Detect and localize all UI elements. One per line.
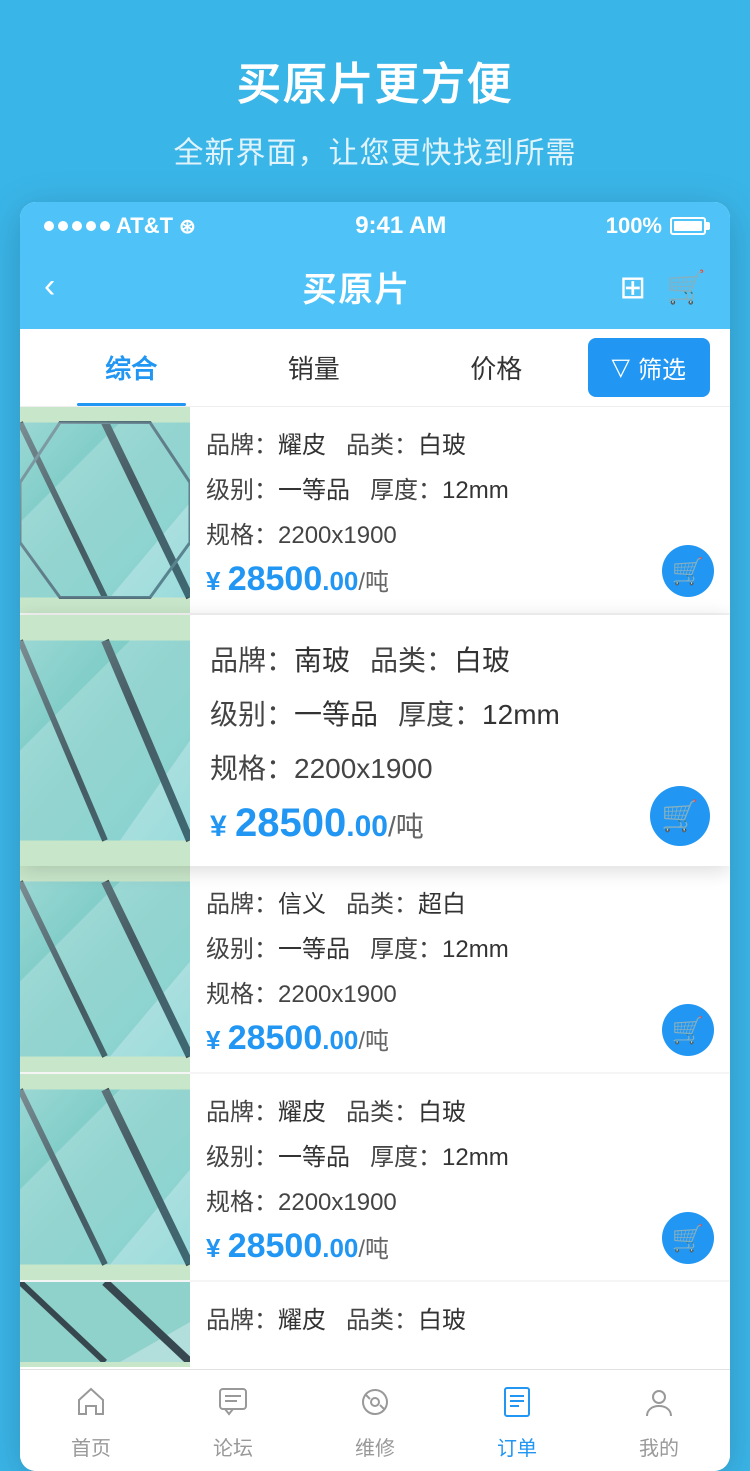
wifi-icon: ⊛ xyxy=(179,214,196,239)
product-image-1 xyxy=(20,407,190,613)
carrier-label: AT&T xyxy=(116,213,173,239)
nav-forum-label: 论坛 xyxy=(213,1432,253,1461)
filter-button[interactable]: ▽ 筛选 xyxy=(588,338,710,397)
back-button[interactable]: ‹ xyxy=(44,267,94,306)
filter-bar: 综合 销量 价格 ▽ 筛选 xyxy=(20,329,730,407)
status-time: 9:41 AM xyxy=(355,212,446,240)
price-4: ¥ 28500.00/吨 xyxy=(206,1227,389,1266)
grade-2: 级别：一等品 xyxy=(210,693,378,733)
cart-icon[interactable]: 🛒 xyxy=(666,268,706,306)
hero-subtitle: 全新界面，让您更快找到所需 xyxy=(40,128,710,172)
status-bar: AT&T ⊛ 9:41 AM 100% xyxy=(20,202,730,248)
hero-title: 买原片更方便 xyxy=(40,48,710,112)
status-right: 100% xyxy=(606,213,706,239)
wrench-icon xyxy=(357,1384,393,1426)
spec-4: 规格：2200x1900 xyxy=(206,1182,714,1217)
nav-orders-label: 订单 xyxy=(497,1432,537,1461)
product-image-2 xyxy=(20,615,190,866)
product-card-5: 品牌：耀皮 品类：白玻 xyxy=(20,1282,730,1367)
product-list: 品牌：耀皮 品类：白玻 级别：一等品 厚度：12mm 规格：2200x1900 … xyxy=(20,407,730,1367)
thickness-1: 厚度：12mm xyxy=(370,470,509,505)
product-card-4: 品牌：耀皮 品类：白玻 级别：一等品 厚度：12mm 规格：2200x1900 … xyxy=(20,1074,730,1280)
category-4: 品类：白玻 xyxy=(346,1092,466,1127)
bottom-nav: 首页 论坛 维修 xyxy=(20,1369,730,1471)
price-row-1: ¥ 28500.00/吨 🛒 xyxy=(206,560,714,599)
status-left: AT&T ⊛ xyxy=(44,213,196,239)
phone-frame: AT&T ⊛ 9:41 AM 100% ‹ 买原片 ⊞ 🛒 综合 销量 价格 ▽… xyxy=(20,202,730,1471)
category-2: 品类：白玻 xyxy=(370,639,510,679)
price-3: ¥ 28500.00/吨 xyxy=(206,1019,389,1058)
tab-comprehensive[interactable]: 综合 xyxy=(40,329,223,406)
thickness-3: 厚度：12mm xyxy=(370,929,509,964)
spec-2: 规格：2200x1900 xyxy=(210,747,710,787)
product-image-3 xyxy=(20,866,190,1072)
product-info-2: 品牌：南玻 品类：白玻 级别：一等品 厚度：12mm 规格：2200x1900 … xyxy=(190,615,730,866)
tab-price[interactable]: 价格 xyxy=(405,329,588,406)
grade-4: 级别：一等品 xyxy=(206,1137,350,1172)
nav-repair-label: 维修 xyxy=(355,1432,395,1461)
product-info-1: 品牌：耀皮 品类：白玻 级别：一等品 厚度：12mm 规格：2200x1900 … xyxy=(190,407,730,613)
brand-4: 品牌：耀皮 xyxy=(206,1092,326,1127)
product-card-1: 品牌：耀皮 品类：白玻 级别：一等品 厚度：12mm 规格：2200x1900 … xyxy=(20,407,730,613)
brand-5: 品牌：耀皮 xyxy=(206,1300,326,1335)
spec-3: 规格：2200x1900 xyxy=(206,974,714,1009)
nav-home[interactable]: 首页 xyxy=(20,1370,162,1471)
price-1: ¥ 28500.00/吨 xyxy=(206,560,389,599)
category-3: 品类：超白 xyxy=(346,884,466,919)
add-cart-button-1[interactable]: 🛒 xyxy=(662,545,714,597)
brand-3: 品牌：信义 xyxy=(206,884,326,919)
product-image-5 xyxy=(20,1282,190,1367)
product-info-4: 品牌：耀皮 品类：白玻 级别：一等品 厚度：12mm 规格：2200x1900 … xyxy=(190,1074,730,1280)
grade-3: 级别：一等品 xyxy=(206,929,350,964)
product-info-5: 品牌：耀皮 品类：白玻 xyxy=(190,1282,730,1367)
battery-icon xyxy=(670,217,706,235)
product-image-4 xyxy=(20,1074,190,1280)
grade-1: 级别：一等品 xyxy=(206,470,350,505)
add-cart-button-3[interactable]: 🛒 xyxy=(662,1004,714,1056)
filter-label: 筛选 xyxy=(638,350,686,385)
price-2: ¥ 28500.00/吨 xyxy=(210,801,424,846)
forum-icon xyxy=(215,1384,251,1426)
thickness-4: 厚度：12mm xyxy=(370,1137,509,1172)
category-5: 品类：白玻 xyxy=(346,1300,466,1335)
price-row-2: ¥ 28500.00/吨 🛒 xyxy=(210,801,710,846)
nav-bar: ‹ 买原片 ⊞ 🛒 xyxy=(20,248,730,329)
nav-forum[interactable]: 论坛 xyxy=(162,1370,304,1471)
profile-icon xyxy=(641,1384,677,1426)
nav-home-label: 首页 xyxy=(71,1432,111,1461)
spec-1: 规格：2200x1900 xyxy=(206,515,714,550)
nav-icons: ⊞ 🛒 xyxy=(619,268,706,306)
nav-repair[interactable]: 维修 xyxy=(304,1370,446,1471)
home-icon xyxy=(73,1384,109,1426)
page-title: 买原片 xyxy=(303,262,411,311)
hero-section: 买原片更方便 全新界面，让您更快找到所需 xyxy=(0,0,750,202)
category-1: 品类：白玻 xyxy=(346,425,466,460)
brand-2: 品牌：南玻 xyxy=(210,639,350,679)
add-cart-button-2[interactable]: 🛒 xyxy=(650,786,710,846)
nav-profile-label: 我的 xyxy=(639,1432,679,1461)
nav-profile[interactable]: 我的 xyxy=(588,1370,730,1471)
add-cart-button-4[interactable]: 🛒 xyxy=(662,1212,714,1264)
tab-sales[interactable]: 销量 xyxy=(223,329,406,406)
price-row-3: ¥ 28500.00/吨 🛒 xyxy=(206,1019,714,1058)
calculator-icon[interactable]: ⊞ xyxy=(619,268,646,306)
product-info-3: 品牌：信义 品类：超白 级别：一等品 厚度：12mm 规格：2200x1900 … xyxy=(190,866,730,1072)
product-card-2: 品牌：南玻 品类：白玻 级别：一等品 厚度：12mm 规格：2200x1900 … xyxy=(20,615,730,866)
nav-orders[interactable]: 订单 xyxy=(446,1370,588,1471)
signal-dots xyxy=(44,221,110,231)
thickness-2: 厚度：12mm xyxy=(398,693,560,733)
price-row-4: ¥ 28500.00/吨 🛒 xyxy=(206,1227,714,1266)
brand-1: 品牌：耀皮 xyxy=(206,425,326,460)
battery-percent: 100% xyxy=(606,213,662,239)
product-card-3: 品牌：信义 品类：超白 级别：一等品 厚度：12mm 规格：2200x1900 … xyxy=(20,866,730,1072)
orders-icon xyxy=(499,1384,535,1426)
filter-icon: ▽ xyxy=(612,353,630,382)
